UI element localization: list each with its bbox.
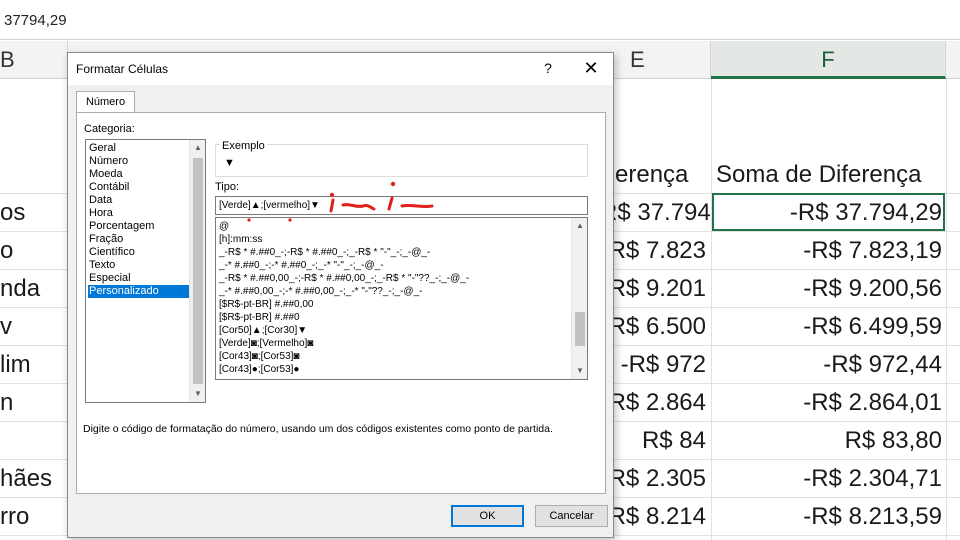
column-header-e[interactable]: E	[614, 41, 711, 79]
type-list-item[interactable]: [h]:mm:ss	[219, 233, 262, 246]
dialog-title-bar[interactable]: Formatar Células ? ✕	[68, 53, 613, 85]
cell-b-row3[interactable]: nda	[0, 271, 40, 307]
tab-panel-numero: Categoria: Geral Número Moeda Contábil D…	[76, 112, 606, 494]
type-list-item[interactable]: [Cor43]●;[Cor53]●	[219, 363, 299, 376]
cell-b-row9[interactable]: rro	[0, 499, 29, 535]
category-item-texto[interactable]: Texto	[88, 259, 189, 272]
ok-button[interactable]: OK	[451, 505, 524, 527]
scroll-thumb[interactable]	[575, 312, 585, 346]
cell-e-header[interactable]: erença	[615, 157, 688, 193]
cell-f-row5[interactable]: -R$ 972,44	[712, 347, 942, 383]
format-cells-dialog: Formatar Células ? ✕ Número Categoria: G…	[67, 52, 614, 538]
formula-bar[interactable]: 37794,29	[0, 0, 960, 40]
scroll-down-icon[interactable]: ▼	[572, 363, 587, 379]
cell-f-row9[interactable]: -R$ 8.213,59	[712, 499, 942, 535]
type-list-scrollbar[interactable]: ▲ ▼	[571, 218, 587, 379]
scroll-up-icon[interactable]: ▲	[572, 218, 587, 234]
help-button[interactable]: ?	[538, 58, 558, 78]
formula-bar-value[interactable]: 37794,29	[4, 12, 67, 29]
cell-e-row4[interactable]: R$ 6.500	[600, 309, 706, 345]
category-scrollbar[interactable]: ▲ ▼	[189, 140, 205, 402]
cell-b-row5[interactable]: lim	[0, 347, 31, 383]
type-list-item[interactable]: _-* #.##0,00_-;-* #.##0,00_-;_-* "-"??_-…	[219, 285, 422, 298]
category-list[interactable]: Geral Número Moeda Contábil Data Hora Po…	[85, 139, 206, 403]
column-header-b[interactable]: B	[0, 41, 68, 79]
cancel-button[interactable]: Cancelar	[535, 505, 608, 527]
type-label: Tipo:	[215, 181, 240, 193]
category-item-data[interactable]: Data	[88, 194, 189, 207]
cell-e-row9[interactable]: R$ 8.214	[600, 499, 706, 535]
cell-e-row6[interactable]: R$ 2.864	[600, 385, 706, 421]
scroll-down-icon[interactable]: ▼	[190, 386, 205, 402]
type-list-item[interactable]: _-R$ * #.##0_-;-R$ * #.##0_-;_-R$ * "-"_…	[219, 246, 430, 259]
cell-b-row4[interactable]: v	[0, 309, 12, 345]
category-item-fracao[interactable]: Fração	[88, 233, 189, 246]
cell-b-row1[interactable]: os	[0, 195, 25, 231]
cell-f-row2[interactable]: -R$ 7.823,19	[712, 233, 942, 269]
type-input[interactable]: [Verde]▲;[vermelho]▼	[215, 196, 588, 215]
category-item-especial[interactable]: Especial	[88, 272, 189, 285]
excel-window: 37794,29 B E F os o nda v lim n hães rro…	[0, 0, 960, 540]
cell-b-row2[interactable]: o	[0, 233, 13, 269]
type-list-item[interactable]: [Verde]◙;[Vermelho]◙	[219, 337, 313, 350]
format-description: Digite o código de formatação do número,…	[83, 423, 553, 435]
tab-numero[interactable]: Número	[76, 91, 135, 113]
category-item-porcentagem[interactable]: Porcentagem	[88, 220, 189, 233]
example-label: Exemplo	[220, 140, 267, 152]
category-item-numero[interactable]: Número	[88, 155, 189, 168]
cell-e-row7[interactable]: R$ 84	[600, 423, 706, 459]
cell-e-row8[interactable]: R$ 2.305	[600, 461, 706, 497]
example-value: ▼	[224, 157, 235, 169]
type-list-item[interactable]: @	[219, 220, 229, 233]
cell-b-row6[interactable]: n	[0, 385, 13, 421]
active-cell-border	[712, 193, 945, 231]
category-item-contabil[interactable]: Contábil	[88, 181, 189, 194]
cell-e-row5[interactable]: -R$ 972	[600, 347, 706, 383]
cell-f-row8[interactable]: -R$ 2.304,71	[712, 461, 942, 497]
scroll-thumb[interactable]	[193, 158, 203, 384]
type-list-item[interactable]: _-* #.##0_-;-* #.##0_-;_-* "-"_-;_-@_-	[219, 259, 384, 272]
cell-f-header[interactable]: Soma de Diferença	[716, 157, 921, 193]
cell-e-row3[interactable]: R$ 9.201	[600, 271, 706, 307]
scroll-up-icon[interactable]: ▲	[190, 140, 205, 156]
category-item-moeda[interactable]: Moeda	[88, 168, 189, 181]
category-item-geral[interactable]: Geral	[88, 142, 189, 155]
type-list-item[interactable]: _-R$ * #.##0,00_-;-R$ * #.##0,00_-;_-R$ …	[219, 272, 469, 285]
type-list-item[interactable]: [$R$-pt-BR] #.##0,00	[219, 298, 314, 311]
cell-f-row3[interactable]: -R$ 9.200,56	[712, 271, 942, 307]
cell-f-row4[interactable]: -R$ 6.499,59	[712, 309, 942, 345]
example-group: Exemplo ▼	[215, 140, 588, 177]
type-list-item[interactable]: [Cor43]◙;[Cor53]◙	[219, 350, 299, 363]
dialog-title: Formatar Células	[76, 62, 169, 76]
cell-b-row8[interactable]: hães	[0, 461, 52, 497]
cell-e-row1[interactable]: R$ 37.794	[600, 195, 711, 231]
category-item-hora[interactable]: Hora	[88, 207, 189, 220]
grid-line	[946, 79, 947, 540]
cell-e-row2[interactable]: R$ 7.823	[600, 233, 706, 269]
column-header-f[interactable]: F	[711, 41, 946, 79]
category-item-cientifico[interactable]: Científico	[88, 246, 189, 259]
category-item-personalizado[interactable]: Personalizado	[88, 285, 189, 298]
type-list-item[interactable]: [Cor50]▲;[Cor30]▼	[219, 324, 307, 337]
category-label: Categoria:	[84, 123, 135, 135]
close-button[interactable]: ✕	[578, 56, 604, 80]
cell-f-row7[interactable]: R$ 83,80	[712, 423, 942, 459]
type-list[interactable]: @ [h]:mm:ss _-R$ * #.##0_-;-R$ * #.##0_-…	[215, 217, 588, 380]
type-list-item[interactable]: [$R$-pt-BR] #.##0	[219, 311, 300, 324]
cell-f-row6[interactable]: -R$ 2.864,01	[712, 385, 942, 421]
